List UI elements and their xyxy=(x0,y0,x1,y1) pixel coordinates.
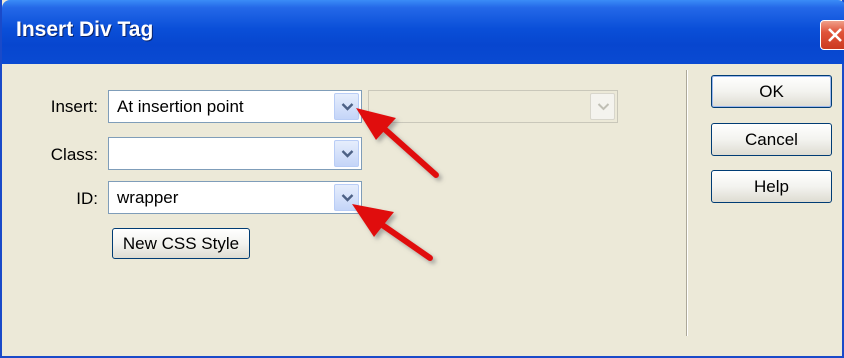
vertical-separator xyxy=(686,70,688,336)
insert-position-select[interactable] xyxy=(368,90,618,123)
id-label: ID: xyxy=(76,189,98,208)
insert-dropdown-button[interactable] xyxy=(334,93,359,120)
insert-position-dropdown-button[interactable] xyxy=(590,93,615,120)
id-select[interactable]: wrapper xyxy=(108,181,362,214)
title-bar[interactable]: Insert Div Tag xyxy=(2,0,844,64)
id-select-value: wrapper xyxy=(117,188,179,207)
class-dropdown-button[interactable] xyxy=(334,140,359,167)
chevron-down-icon xyxy=(341,194,354,202)
class-select[interactable] xyxy=(108,137,362,170)
insert-div-tag-dialog: Insert Div Tag Insert: At insertion poin… xyxy=(0,0,844,358)
chevron-down-icon xyxy=(341,103,354,111)
chevron-down-icon xyxy=(597,103,610,111)
insert-select[interactable]: At insertion point xyxy=(108,90,362,123)
close-icon xyxy=(828,28,842,42)
id-dropdown-button[interactable] xyxy=(334,184,359,211)
chevron-down-icon xyxy=(341,150,354,158)
ok-button[interactable]: OK xyxy=(711,75,832,108)
close-button[interactable] xyxy=(820,20,844,50)
insert-select-value: At insertion point xyxy=(117,97,244,116)
insert-label: Insert: xyxy=(50,97,98,116)
cancel-button[interactable]: Cancel xyxy=(711,123,832,156)
new-css-style-button[interactable]: New CSS Style xyxy=(112,228,250,259)
help-button[interactable]: Help xyxy=(711,170,832,203)
dialog-title: Insert Div Tag xyxy=(16,18,154,41)
class-label: Class: xyxy=(50,145,98,164)
